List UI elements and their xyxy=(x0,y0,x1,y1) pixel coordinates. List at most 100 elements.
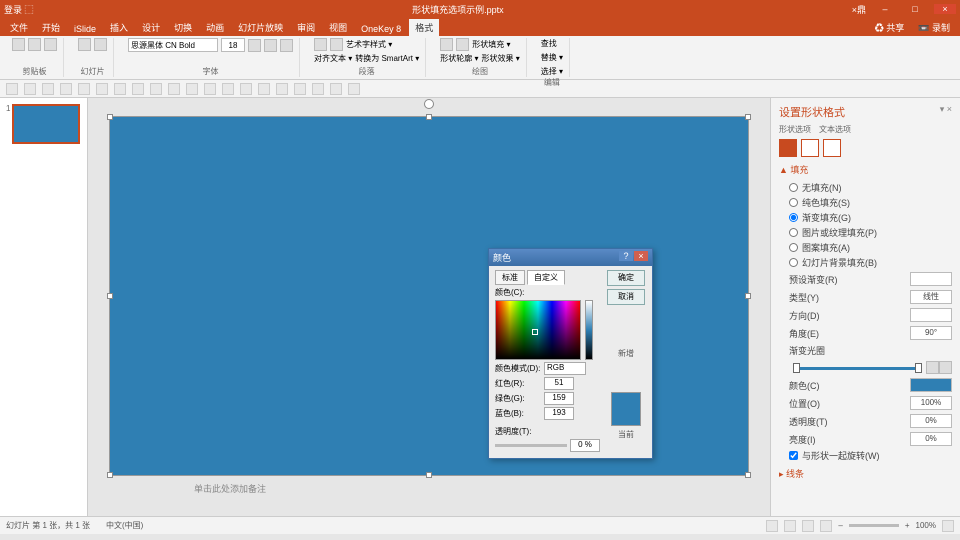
qat-icon[interactable] xyxy=(96,83,108,95)
qat-icon[interactable] xyxy=(168,83,180,95)
tab-home[interactable]: 开始 xyxy=(36,19,66,36)
tab-format[interactable]: 格式 xyxy=(409,19,439,36)
max-button[interactable]: □ xyxy=(904,4,926,14)
replace-button[interactable]: 替换 ▾ xyxy=(541,52,563,63)
shape-fx-menu[interactable]: 形状效果 ▾ xyxy=(482,53,520,64)
newslide-icon[interactable] xyxy=(78,38,91,51)
trans-input[interactable]: 0% xyxy=(910,414,952,428)
trans-input[interactable]: 0 % xyxy=(570,439,600,452)
shape-options-tab[interactable]: 形状选项 xyxy=(779,125,811,134)
dialog-close-icon[interactable]: × xyxy=(634,251,648,261)
tab-file[interactable]: 文件 xyxy=(4,19,34,36)
stop-handle[interactable] xyxy=(793,363,800,373)
qat-icon[interactable] xyxy=(258,83,270,95)
qat-icon[interactable] xyxy=(204,83,216,95)
resize-handle[interactable] xyxy=(107,293,113,299)
underline-icon[interactable] xyxy=(280,39,293,52)
cancel-button[interactable]: 取消 xyxy=(607,289,645,305)
tab-design[interactable]: 设计 xyxy=(136,19,166,36)
zoom-slider[interactable] xyxy=(849,524,899,527)
view-reading-icon[interactable] xyxy=(802,520,814,532)
text-options-tab[interactable]: 文本选项 xyxy=(819,125,851,134)
fill-line-icon[interactable] xyxy=(779,139,797,157)
dialog-titlebar[interactable]: 颜色 ?× xyxy=(489,249,652,266)
resize-handle[interactable] xyxy=(426,114,432,120)
ok-button[interactable]: 确定 xyxy=(607,270,645,286)
qat-icon[interactable] xyxy=(312,83,324,95)
qat-icon[interactable] xyxy=(186,83,198,95)
fill-none[interactable] xyxy=(789,183,798,192)
qat-icon[interactable] xyxy=(114,83,126,95)
qat-icon[interactable] xyxy=(78,83,90,95)
spectrum-cursor[interactable] xyxy=(532,329,538,335)
fill-slidebg[interactable] xyxy=(789,258,798,267)
bullets-icon[interactable] xyxy=(314,38,327,51)
close-button[interactable]: × xyxy=(934,4,956,14)
numbering-icon[interactable] xyxy=(330,38,343,51)
font-size[interactable] xyxy=(221,38,245,52)
zoom-in[interactable]: + xyxy=(905,521,910,530)
pos-input[interactable]: 100% xyxy=(910,396,952,410)
fill-pattern[interactable] xyxy=(789,243,798,252)
select-button[interactable]: 选择 ▾ xyxy=(541,66,563,77)
tab-review[interactable]: 审阅 xyxy=(291,19,321,36)
find-button[interactable]: 查找 xyxy=(541,38,557,49)
mode-select[interactable]: RGB xyxy=(544,362,586,375)
tab-islide[interactable]: iSlide xyxy=(68,22,102,36)
fit-icon[interactable] xyxy=(942,520,954,532)
qat-icon[interactable] xyxy=(60,83,72,95)
notes-placeholder[interactable]: 单击此处添加备注 xyxy=(194,482,266,495)
paste-icon[interactable] xyxy=(12,38,25,51)
tab-insert[interactable]: 插入 xyxy=(104,19,134,36)
cut-icon[interactable] xyxy=(28,38,41,51)
rotate-handle[interactable] xyxy=(424,99,434,109)
qat-icon[interactable] xyxy=(6,83,18,95)
qat-icon[interactable] xyxy=(330,83,342,95)
resize-handle[interactable] xyxy=(745,472,751,478)
user-name[interactable]: ×鼎 xyxy=(852,3,866,16)
shape-fill-menu[interactable]: 形状填充 ▾ xyxy=(472,39,510,50)
tab-standard[interactable]: 标准 xyxy=(495,270,525,285)
qat-icon[interactable] xyxy=(42,83,54,95)
bright-input[interactable]: 0% xyxy=(910,432,952,446)
tab-show[interactable]: 幻灯片放映 xyxy=(232,19,289,36)
resize-handle[interactable] xyxy=(426,472,432,478)
color-spectrum[interactable] xyxy=(495,300,581,360)
size-icon[interactable] xyxy=(823,139,841,157)
effects-icon[interactable] xyxy=(801,139,819,157)
fill-solid[interactable] xyxy=(789,198,798,207)
stop-handle[interactable] xyxy=(915,363,922,373)
qat-icon[interactable] xyxy=(276,83,288,95)
tab-anim[interactable]: 动画 xyxy=(200,19,230,36)
qat-icon[interactable] xyxy=(132,83,144,95)
arrange-icon[interactable] xyxy=(456,38,469,51)
fill-gradient[interactable] xyxy=(789,213,798,222)
fill-picture[interactable] xyxy=(789,228,798,237)
fill-section[interactable]: ▲ 填充 xyxy=(779,163,952,176)
font-select[interactable] xyxy=(128,38,218,52)
tab-custom[interactable]: 自定义 xyxy=(527,270,565,285)
qat-icon[interactable] xyxy=(240,83,252,95)
type-select[interactable]: 线性 xyxy=(910,290,952,304)
bold-icon[interactable] xyxy=(248,39,261,52)
resize-handle[interactable] xyxy=(107,114,113,120)
layout-icon[interactable] xyxy=(94,38,107,51)
shapes-icon[interactable] xyxy=(440,38,453,51)
qat-icon[interactable] xyxy=(150,83,162,95)
zoom-out[interactable]: – xyxy=(838,521,842,530)
resize-handle[interactable] xyxy=(745,114,751,120)
tab-transition[interactable]: 切换 xyxy=(168,19,198,36)
autosave[interactable]: 登录 ⬚ xyxy=(4,3,64,16)
gradient-stops[interactable] xyxy=(793,363,922,373)
qat-icon[interactable] xyxy=(294,83,306,95)
qat-icon[interactable] xyxy=(24,83,36,95)
zoom-value[interactable]: 100% xyxy=(916,521,936,530)
qat-icon[interactable] xyxy=(222,83,234,95)
preset-select[interactable] xyxy=(910,272,952,286)
color-select[interactable] xyxy=(910,378,952,392)
tab-view[interactable]: 视图 xyxy=(323,19,353,36)
shape-outline-menu[interactable]: 形状轮廓 ▾ xyxy=(440,53,478,64)
hue-slider[interactable] xyxy=(585,300,593,360)
dialog-help-icon[interactable]: ? xyxy=(619,251,633,261)
tab-onekey[interactable]: OneKey 8 xyxy=(355,22,407,36)
